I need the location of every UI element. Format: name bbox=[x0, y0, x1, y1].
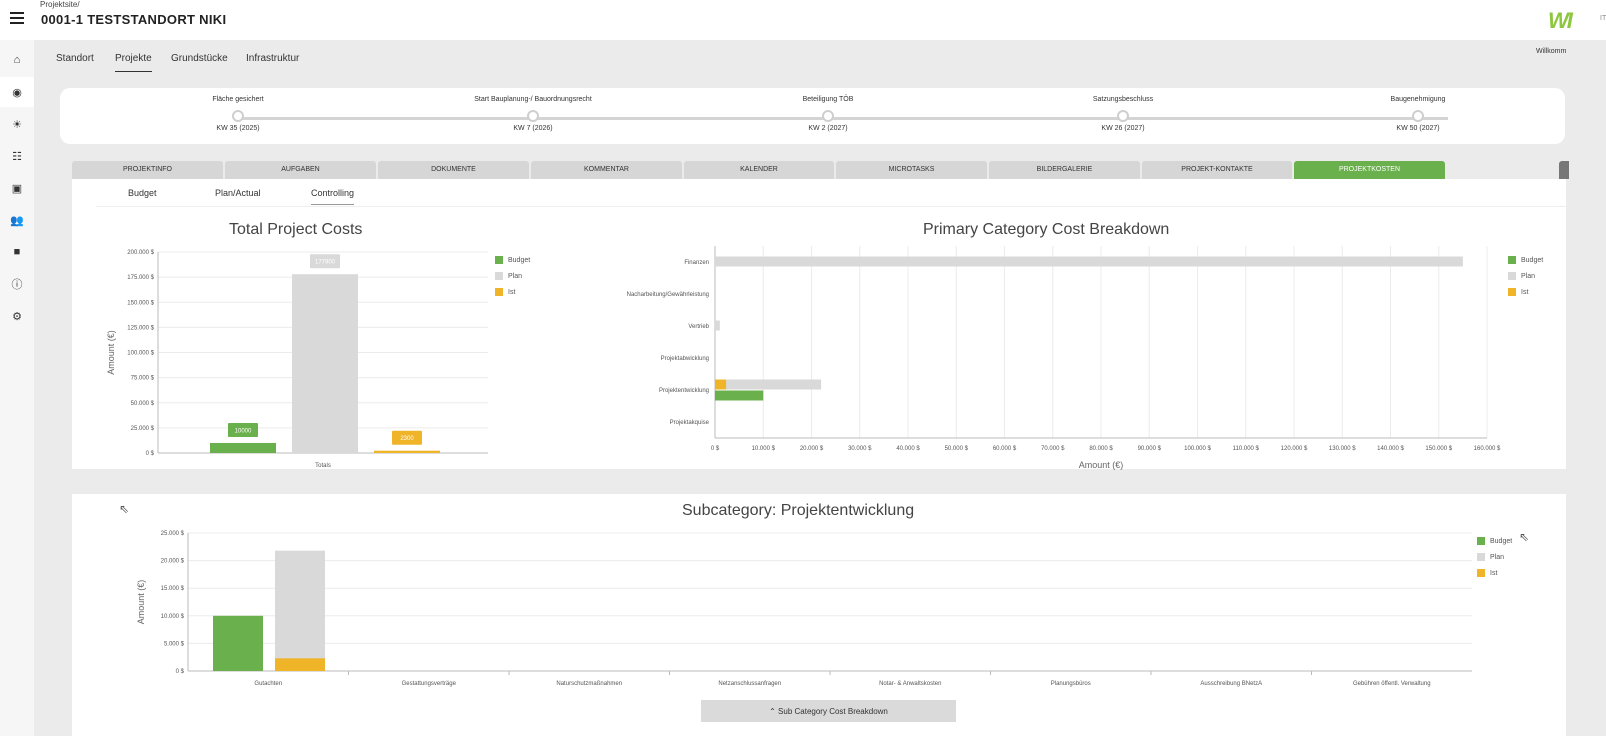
x-category-label: Gestattungsverträge bbox=[402, 681, 457, 687]
bar-budget bbox=[213, 615, 263, 671]
sub-category-breakdown-label: Sub Category Cost Breakdown bbox=[778, 707, 888, 716]
x-category-label: Netzanschlussanfragen bbox=[718, 681, 781, 687]
bar-ist bbox=[275, 658, 325, 671]
x-category-label: Gutachten bbox=[254, 681, 282, 687]
y-tick-label: 10.000 $ bbox=[161, 614, 185, 620]
x-category-label: Ausschreibung BNetzA bbox=[1200, 681, 1262, 687]
legend-swatch bbox=[1477, 569, 1485, 577]
legend-label: Budget bbox=[1490, 537, 1513, 545]
x-category-label: Notar- & Anwaltskosten bbox=[879, 681, 941, 687]
legend-subcategory: Budget Plan Ist bbox=[1477, 533, 1512, 581]
sub-category-breakdown-button[interactable]: ⌃ Sub Category Cost Breakdown bbox=[701, 700, 956, 722]
x-category-label: Naturschutzmaßnahmen bbox=[556, 681, 622, 687]
mouse-cursor-icon: ⇖ bbox=[119, 502, 130, 516]
legend-label: Ist bbox=[1490, 569, 1498, 577]
y-tick-label: 20.000 $ bbox=[161, 559, 185, 565]
legend-item-ist[interactable]: Ist bbox=[1477, 565, 1512, 581]
legend-label: Plan bbox=[1490, 553, 1505, 561]
x-category-label: Planungsbüros bbox=[1051, 681, 1091, 687]
chart-subcategory: 0 $ 5.000 $ 10.000 $ 15.000 $ 20.000 $ 25.000… bbox=[136, 531, 1472, 687]
bar-plan bbox=[275, 550, 325, 671]
y-axis-title: Amount (€) bbox=[136, 580, 146, 625]
chevron-up-icon: ⌃ bbox=[769, 707, 776, 716]
legend-item-budget[interactable]: Budget bbox=[1477, 533, 1512, 549]
mouse-cursor-icon: ⇖ bbox=[1519, 530, 1530, 544]
y-tick-label: 25.000 $ bbox=[161, 531, 185, 537]
legend-swatch bbox=[1477, 537, 1485, 545]
legend-item-plan[interactable]: Plan bbox=[1477, 549, 1512, 565]
y-tick-label: 15.000 $ bbox=[161, 586, 185, 592]
y-tick-label: 0 $ bbox=[176, 669, 185, 675]
y-tick-label: 5.000 $ bbox=[164, 641, 185, 647]
legend-swatch bbox=[1477, 553, 1485, 561]
x-category-label: Gebühren öffentl. Verwaltung bbox=[1353, 681, 1431, 687]
